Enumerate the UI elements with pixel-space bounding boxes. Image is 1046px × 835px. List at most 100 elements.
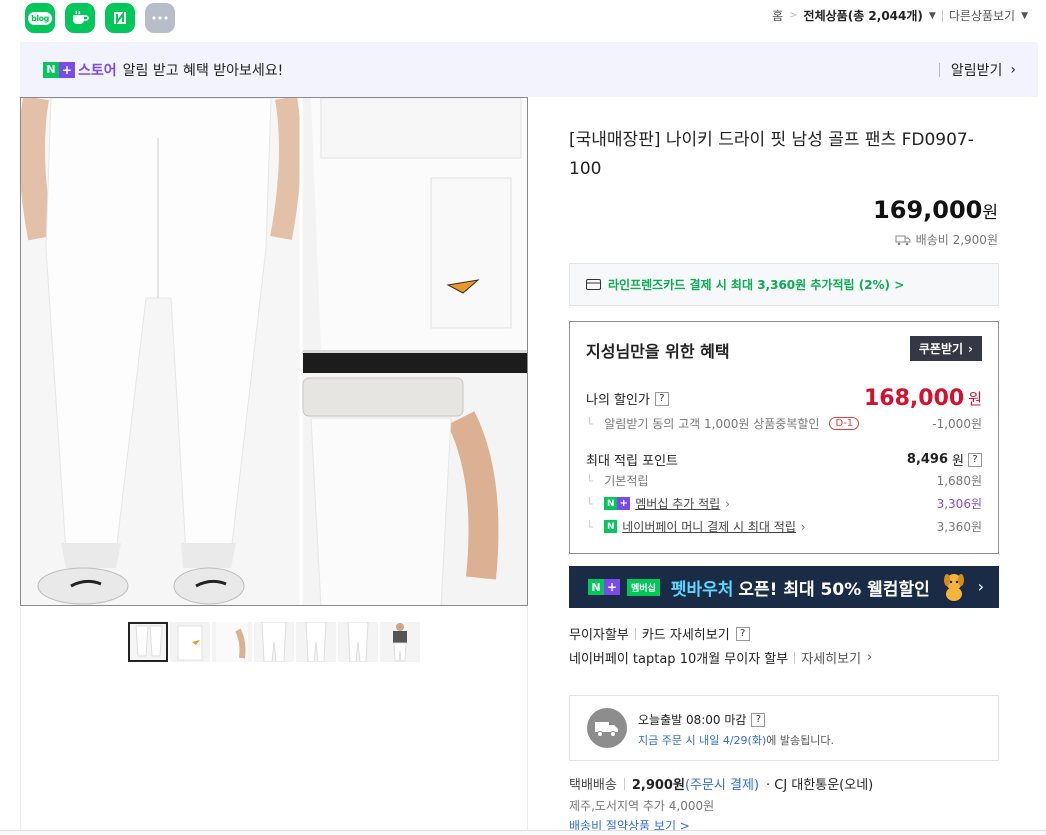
thumbnail-strip bbox=[128, 622, 420, 662]
more-share-button[interactable] bbox=[145, 3, 175, 33]
dispatch-deadline: 오늘출발 08:00 마감 ? bbox=[638, 711, 766, 728]
bottom-divider bbox=[0, 830, 1046, 835]
divider bbox=[938, 63, 940, 77]
thumbnail[interactable] bbox=[128, 622, 168, 662]
shipping-method-label: 택배배송 bbox=[569, 778, 617, 793]
coupon-button[interactable]: 쿠폰받기 › bbox=[909, 336, 982, 361]
naver-plus-store-logo: N + bbox=[43, 61, 75, 78]
blog-share-button[interactable]: blog bbox=[25, 3, 55, 33]
shipping-fee: 배송비 2,900원 bbox=[895, 231, 998, 248]
discount-price-value: 168,000 bbox=[863, 386, 965, 411]
basic-points-value: 1,680원 bbox=[936, 474, 982, 488]
shipping-when: (주문시 결제) bbox=[684, 778, 760, 793]
npay-points-link[interactable]: 네이버페이 머니 결제 시 최대 적립 bbox=[622, 518, 796, 535]
breadcrumb-current[interactable]: 전체상품(총 2,044개) bbox=[804, 7, 923, 24]
detail-link[interactable]: 자세히보기 bbox=[801, 648, 861, 667]
dispatch-date-rest: 에 발송됩니다. bbox=[766, 734, 834, 747]
corner-icon: └ bbox=[586, 496, 594, 511]
points-unit: 원 bbox=[952, 454, 964, 469]
membership-points-link[interactable]: 멤버십 추가 적립 bbox=[635, 495, 720, 512]
alarm-discount-amount: -1,000원 bbox=[932, 417, 982, 431]
my-discount-row: 나의 할인가 ? 168,000 원 bbox=[586, 386, 982, 411]
pet-voucher-highlight: 펫바우처 bbox=[670, 579, 734, 600]
thumbnail[interactable] bbox=[338, 622, 378, 662]
alarm-button[interactable]: 알림받기 › bbox=[938, 60, 1016, 80]
taptap-label: 네이버페이 taptap 10개월 무이자 할부 bbox=[569, 652, 789, 667]
carrier-name: · CJ 대한통운(오네) bbox=[766, 778, 874, 793]
plus-logo: + bbox=[59, 61, 75, 78]
thumbnail[interactable] bbox=[380, 622, 420, 662]
store-banner-message: 알림 받고 혜택 받아보세요! bbox=[122, 62, 284, 79]
breadcrumb-home[interactable]: 홈 bbox=[772, 7, 783, 24]
benefit-box: 지성님만을 위한 혜택 쿠폰받기 › 나의 할인가 ? 168,000 원 └ 알… bbox=[569, 321, 999, 554]
top-bar: blog 홈 > 전체상품(총 2,044개) ▼ 다른상품보기 ▼ bbox=[0, 0, 1046, 38]
blog-icon: blog bbox=[28, 11, 52, 25]
thumbnail[interactable] bbox=[254, 622, 294, 662]
help-icon[interactable]: ? bbox=[968, 452, 982, 467]
discount-price-unit: 원 bbox=[968, 390, 982, 408]
cafe-icon bbox=[73, 10, 89, 24]
coupon-label: 쿠폰받기 bbox=[918, 342, 964, 356]
card-promo-text: 라인프렌즈카드 결제 시 최대 3,360원 추가적립 (2%) > bbox=[608, 278, 905, 292]
naver-plus-logo: N + bbox=[588, 579, 620, 595]
card-promo-banner[interactable]: 라인프렌즈카드 결제 시 최대 3,360원 추가적립 (2%) > bbox=[569, 263, 999, 306]
max-points-label: 최대 적립 포인트 bbox=[586, 454, 678, 469]
alarm-discount-row: └ 알림받기 동의 고객 1,000원 상품중복할인 D-1 -1,000원 bbox=[586, 415, 982, 432]
help-icon[interactable]: ? bbox=[654, 391, 669, 406]
thumbnail[interactable] bbox=[212, 622, 252, 662]
chevron-right-icon: › bbox=[725, 496, 730, 511]
corner-icon: └ bbox=[586, 519, 594, 534]
caret-down-icon[interactable]: ▼ bbox=[929, 11, 936, 21]
dog-icon bbox=[943, 574, 964, 601]
corner-icon: └ bbox=[586, 416, 594, 431]
more-icon bbox=[152, 16, 168, 20]
chevron-right-icon: > bbox=[789, 10, 798, 21]
npay-points-row: └ N 네이버페이 머니 결제 시 최대 적립 › 3,360원 bbox=[586, 518, 982, 535]
chevron-right-icon: › bbox=[867, 650, 873, 665]
dispatch-date: 지금 주문 시 내일 4/29(화)에 발송됩니다. bbox=[638, 732, 834, 748]
store-name: 스토어 bbox=[78, 62, 117, 79]
membership-points-row: └ N + 멤버십 추가 적립 › 3,306원 bbox=[586, 495, 982, 512]
today-dispatch-box: 오늘출발 08:00 마감 ? 지금 주문 시 내일 4/29(화)에 발송됩니… bbox=[569, 695, 999, 761]
help-icon[interactable]: ? bbox=[735, 626, 750, 641]
npay-icon: N bbox=[604, 520, 618, 533]
pet-voucher-text: 오픈! 최대 50% 웰컴할인 bbox=[738, 579, 930, 600]
alarm-label: 알림받기 bbox=[950, 63, 1003, 79]
my-discount-price: 168,000 원 bbox=[864, 386, 982, 411]
credit-card-icon bbox=[586, 279, 601, 290]
basic-points-label: 기본적립 bbox=[604, 474, 649, 488]
thumbnail[interactable] bbox=[296, 622, 336, 662]
max-points-value: 8,496 bbox=[906, 452, 949, 467]
chevron-right-icon[interactable]: › bbox=[978, 577, 984, 596]
pet-voucher-banner[interactable]: N + 멤버십 펫바우처 오픈! 최대 50% 웰컴할인 › bbox=[569, 566, 999, 608]
breadcrumb: 홈 > 전체상품(총 2,044개) ▼ 다른상품보기 ▼ bbox=[772, 7, 1028, 24]
shipping-fee-text: 배송비 2,900원 bbox=[915, 233, 998, 247]
chevron-right-icon: › bbox=[800, 519, 806, 534]
thumbnail[interactable] bbox=[170, 622, 210, 662]
truck-icon bbox=[587, 708, 627, 748]
membership-points-value: 3,306원 bbox=[936, 497, 982, 511]
other-products-link[interactable]: 다른상품보기 bbox=[949, 7, 1015, 24]
cafe-share-button[interactable] bbox=[65, 3, 95, 33]
extra-shipping-note: 제주,도서지역 추가 4,000원 bbox=[569, 799, 715, 813]
shipping-fee-value: 2,900원 bbox=[631, 778, 685, 793]
book-share-button[interactable] bbox=[105, 3, 135, 33]
product-photo-collage bbox=[21, 98, 527, 605]
d-day-badge: D-1 bbox=[829, 417, 860, 430]
truck-icon bbox=[895, 235, 911, 245]
basic-points-row: └ 기본적립 1,680원 bbox=[586, 472, 982, 489]
alarm-discount-label: 알림받기 동의 고객 1,000원 상품중복할인 bbox=[604, 417, 820, 431]
price-unit: 원 bbox=[982, 203, 998, 223]
dispatch-deadline-text: 오늘출발 08:00 마감 bbox=[638, 713, 747, 727]
corner-icon: └ bbox=[586, 473, 594, 488]
product-price: 169,000원 bbox=[873, 196, 998, 224]
benefit-heading: 지성님만을 위한 혜택 bbox=[586, 342, 730, 361]
chevron-right-icon: › bbox=[1010, 62, 1016, 78]
store-alarm-banner: N + 스토어 알림 받고 혜택 받아보세요! 알림받기 › bbox=[20, 42, 1038, 97]
membership-badge: 멤버십 bbox=[627, 578, 660, 596]
installment-row: 무이자할부 카드 자세히보기 ? bbox=[569, 624, 750, 643]
caret-down-icon[interactable]: ▼ bbox=[1021, 11, 1028, 21]
card-detail-link[interactable]: 카드 자세히보기 bbox=[642, 624, 730, 643]
help-icon[interactable]: ? bbox=[751, 712, 766, 727]
main-product-image[interactable] bbox=[20, 97, 528, 606]
